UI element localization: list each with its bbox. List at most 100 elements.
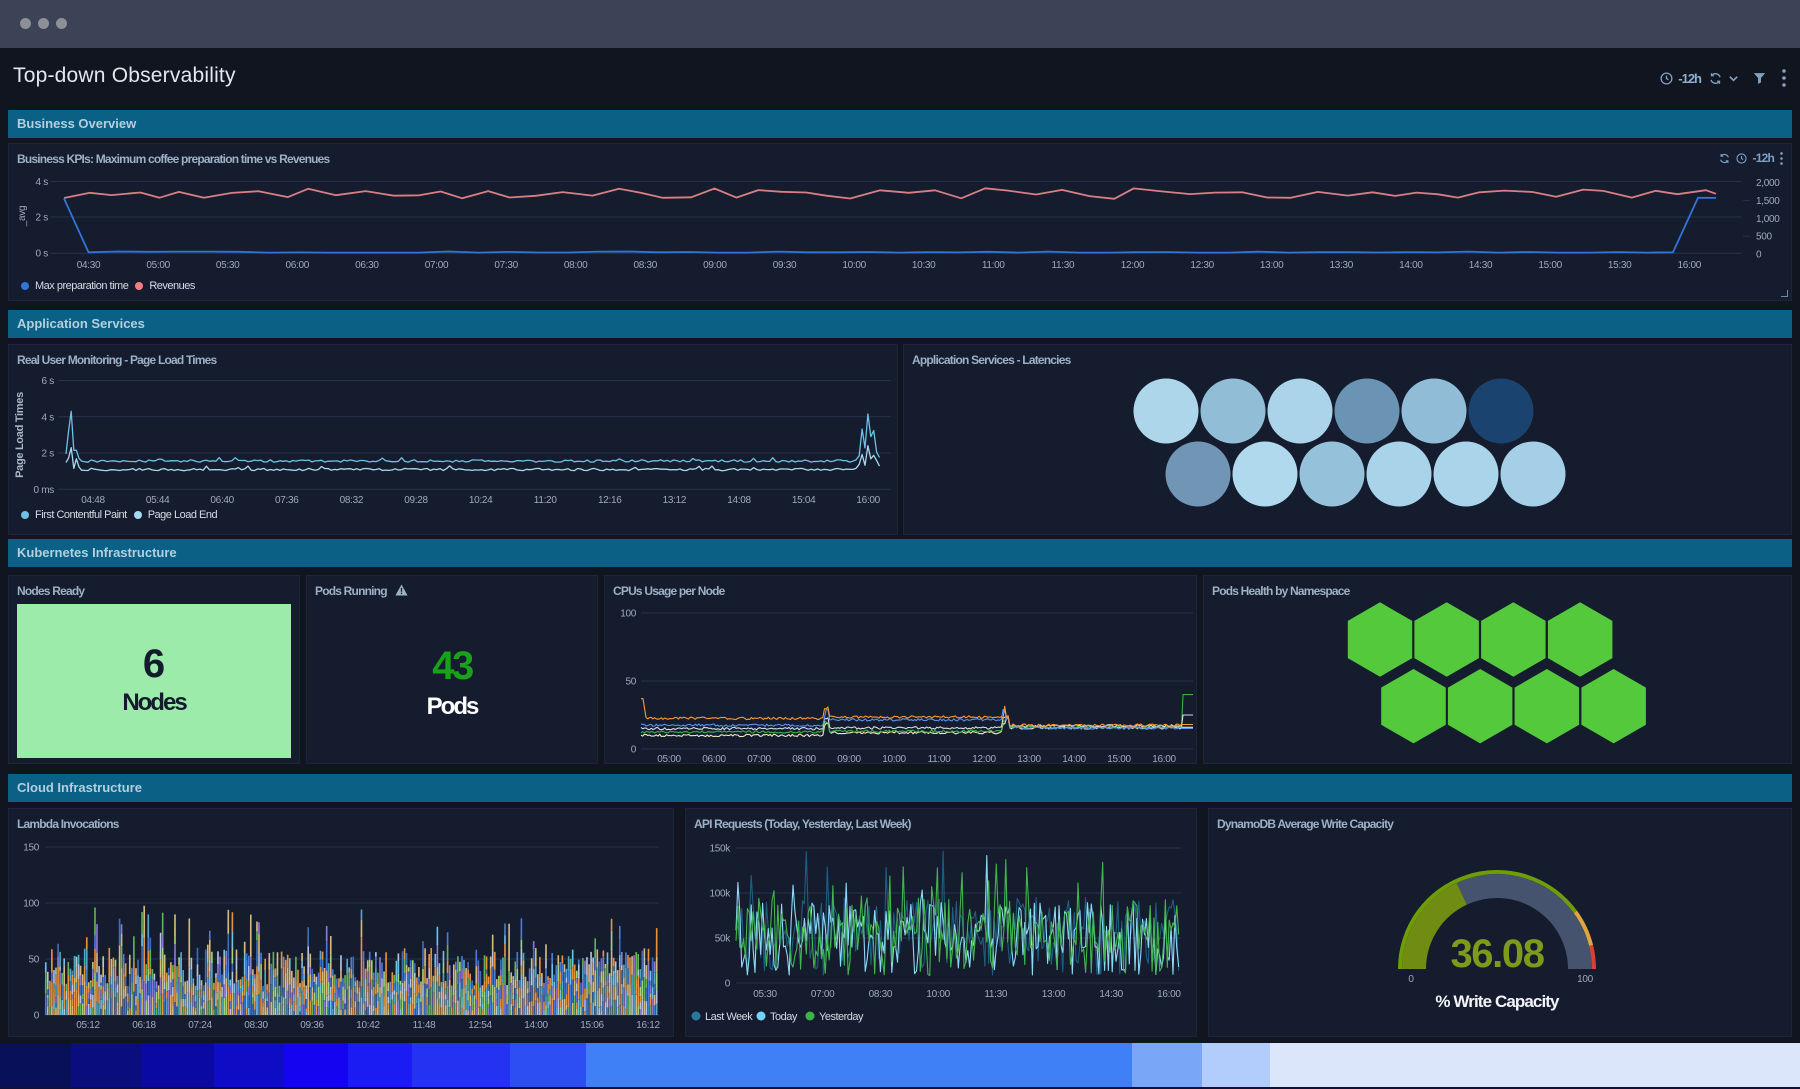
svg-text:10:00: 10:00 — [842, 260, 866, 271]
svg-text:2 s: 2 s — [42, 449, 55, 460]
svg-text:10:00: 10:00 — [882, 754, 906, 765]
svg-text:Last Week: Last Week — [705, 1011, 753, 1023]
svg-text:16:00: 16:00 — [856, 495, 880, 506]
svg-text:16:00: 16:00 — [1157, 989, 1181, 1000]
svg-text:08:30: 08:30 — [634, 260, 658, 271]
svg-text:12:54: 12:54 — [468, 1020, 492, 1031]
svg-text:% Write Capacity: % Write Capacity — [1435, 992, 1560, 1011]
svg-text:0: 0 — [725, 979, 731, 990]
svg-text:10:00: 10:00 — [926, 989, 950, 1000]
svg-text:15:00: 15:00 — [1538, 260, 1562, 271]
svg-text:09:00: 09:00 — [837, 754, 861, 765]
svg-text:13:30: 13:30 — [1330, 260, 1354, 271]
svg-text:500: 500 — [1756, 232, 1773, 243]
svg-text:150: 150 — [23, 843, 40, 854]
svg-text:14:30: 14:30 — [1099, 989, 1123, 1000]
svg-text:15:04: 15:04 — [792, 495, 816, 506]
svg-text:04:30: 04:30 — [77, 260, 101, 271]
svg-text:07:00: 07:00 — [425, 260, 449, 271]
svg-text:13:12: 13:12 — [663, 495, 687, 506]
svg-text:07:30: 07:30 — [494, 260, 518, 271]
svg-text:14:30: 14:30 — [1469, 260, 1493, 271]
svg-text:11:48: 11:48 — [413, 1020, 437, 1031]
svg-text:2 s: 2 s — [36, 213, 49, 224]
svg-text:50k: 50k — [715, 934, 732, 945]
svg-text:08:00: 08:00 — [792, 754, 816, 765]
svg-text:06:18: 06:18 — [132, 1020, 156, 1031]
svg-text:07:36: 07:36 — [275, 495, 299, 506]
svg-text:06:30: 06:30 — [355, 260, 379, 271]
svg-text:4 s: 4 s — [42, 412, 55, 423]
svg-text:Page Load Times: Page Load Times — [14, 392, 26, 478]
svg-text:15:00: 15:00 — [1107, 754, 1131, 765]
svg-text:13:00: 13:00 — [1042, 989, 1066, 1000]
svg-text:11:30: 11:30 — [984, 989, 1008, 1000]
svg-text:2,000: 2,000 — [1756, 178, 1780, 189]
svg-text:10:24: 10:24 — [469, 495, 493, 506]
svg-text:13:00: 13:00 — [1260, 260, 1284, 271]
svg-text:100k: 100k — [710, 889, 732, 900]
svg-text:07:24: 07:24 — [188, 1020, 212, 1031]
svg-text:11:00: 11:00 — [982, 260, 1006, 271]
svg-text:_avg: _avg — [17, 206, 28, 228]
svg-text:16:00: 16:00 — [1678, 260, 1702, 271]
svg-text:100: 100 — [23, 899, 40, 910]
svg-text:0: 0 — [1408, 974, 1414, 985]
svg-text:06:40: 06:40 — [210, 495, 234, 506]
svg-text:10:42: 10:42 — [356, 1020, 380, 1031]
svg-text:14:00: 14:00 — [524, 1020, 548, 1031]
svg-text:07:00: 07:00 — [811, 989, 835, 1000]
svg-text:0: 0 — [34, 1011, 40, 1022]
svg-text:100: 100 — [1577, 974, 1594, 985]
svg-text:100: 100 — [620, 609, 637, 620]
svg-text:50: 50 — [28, 955, 39, 966]
svg-text:14:00: 14:00 — [1399, 260, 1423, 271]
svg-text:05:30: 05:30 — [753, 989, 777, 1000]
svg-text:6 s: 6 s — [42, 376, 55, 387]
svg-text:15:06: 15:06 — [580, 1020, 604, 1031]
svg-text:05:00: 05:00 — [146, 260, 170, 271]
svg-text:07:00: 07:00 — [747, 754, 771, 765]
svg-text:4 s: 4 s — [36, 177, 49, 188]
svg-text:150k: 150k — [710, 844, 732, 855]
svg-text:12:16: 12:16 — [598, 495, 622, 506]
svg-text:09:36: 09:36 — [300, 1020, 324, 1031]
svg-text:05:30: 05:30 — [216, 260, 240, 271]
svg-text:06:00: 06:00 — [702, 754, 726, 765]
svg-text:09:28: 09:28 — [404, 495, 428, 506]
svg-text:10:30: 10:30 — [912, 260, 936, 271]
svg-text:13:00: 13:00 — [1017, 754, 1041, 765]
svg-text:0: 0 — [631, 745, 637, 756]
svg-text:16:00: 16:00 — [1152, 754, 1176, 765]
svg-text:12:00: 12:00 — [1121, 260, 1145, 271]
svg-text:08:32: 08:32 — [340, 495, 364, 506]
svg-text:36.08: 36.08 — [1450, 932, 1544, 976]
svg-text:11:20: 11:20 — [534, 495, 558, 506]
svg-text:06:00: 06:00 — [286, 260, 310, 271]
svg-text:11:00: 11:00 — [928, 754, 952, 765]
svg-text:04:48: 04:48 — [81, 495, 105, 506]
svg-text:1,000: 1,000 — [1756, 214, 1780, 225]
svg-text:50: 50 — [625, 677, 636, 688]
svg-text:0: 0 — [1756, 250, 1762, 261]
svg-text:1,500: 1,500 — [1756, 196, 1780, 207]
svg-text:12:00: 12:00 — [972, 754, 996, 765]
svg-text:12:30: 12:30 — [1190, 260, 1214, 271]
svg-text:11:30: 11:30 — [1052, 260, 1076, 271]
svg-text:05:00: 05:00 — [657, 754, 681, 765]
svg-text:09:00: 09:00 — [703, 260, 727, 271]
svg-text:08:30: 08:30 — [244, 1020, 268, 1031]
svg-text:08:30: 08:30 — [869, 989, 893, 1000]
svg-text:05:44: 05:44 — [146, 495, 170, 506]
svg-text:14:08: 14:08 — [727, 495, 751, 506]
svg-text:15:30: 15:30 — [1608, 260, 1632, 271]
svg-text:14:00: 14:00 — [1062, 754, 1086, 765]
svg-text:16:12: 16:12 — [636, 1020, 660, 1031]
svg-text:09:30: 09:30 — [773, 260, 797, 271]
svg-text:05:12: 05:12 — [76, 1020, 100, 1031]
svg-text:0 ms: 0 ms — [34, 485, 55, 496]
svg-text:Yesterday: Yesterday — [819, 1011, 864, 1023]
svg-text:Today: Today — [770, 1011, 798, 1023]
svg-text:0 s: 0 s — [36, 249, 49, 260]
svg-text:08:00: 08:00 — [564, 260, 588, 271]
